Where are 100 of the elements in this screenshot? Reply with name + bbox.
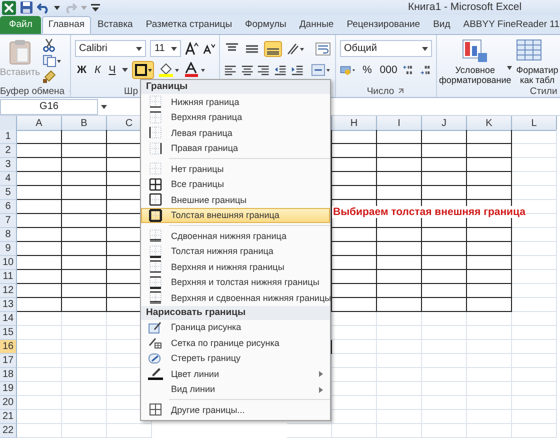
menu-item[interactable]: Сетка по границе рисунка [141,335,330,350]
border-style-icon [148,162,162,176]
row-header[interactable]: 9 [0,242,17,256]
menu-item[interactable]: Внешние границы [141,192,330,208]
row-header[interactable]: 22 [0,424,17,438]
border-style-icon [148,229,162,242]
ribbon-tab[interactable]: Рецензирование [340,16,426,34]
font-name-field[interactable]: Calibri [75,40,146,57]
row-header[interactable]: 1 [0,130,17,144]
dropdown-caret-icon[interactable] [101,104,107,108]
column-header[interactable]: K [467,116,512,131]
row-header[interactable]: 14 [0,312,17,326]
menu-item[interactable]: Толстая нижняя граница [141,244,330,259]
row-header[interactable]: 19 [0,382,17,396]
font-size-field[interactable]: 11 [150,40,181,57]
format-as-table-button[interactable]: Форматир как табл [516,65,558,86]
menu-item[interactable]: Верхняя и толстая нижняя границы [141,274,330,290]
menu-item[interactable]: Нет границы [141,161,330,176]
save-icon[interactable] [20,1,33,14]
ribbon-tab[interactable]: ABBYY FineReader 11 [457,16,560,34]
submenu-arrow-icon [319,371,323,377]
italic-button[interactable]: К [92,64,103,76]
ribbon-tab[interactable]: Главная [42,16,91,34]
borders-button-icon[interactable] [132,60,154,78]
menu-item[interactable]: Вид линии [141,382,330,397]
menu-item[interactable]: Толстая внешняя граница [141,208,330,223]
name-box[interactable]: G16 [0,98,98,114]
menu-section-header: Нарисовать границы [141,306,330,320]
ribbon-tab[interactable]: Данные [293,16,340,34]
decrease-indent-icon[interactable] [274,64,286,76]
customize-toolbar-icon[interactable] [91,4,100,12]
row-header[interactable]: 15 [0,326,17,340]
menu-item[interactable]: Верхняя и нижняя границы [141,259,330,274]
shrink-font-icon[interactable] [202,43,216,54]
menu-item[interactable]: Верхняя и сдвоенная нижняя границы [141,290,330,306]
row-header[interactable]: 21 [0,410,17,424]
column-header[interactable]: I [377,116,422,131]
font-color-icon[interactable] [184,62,206,78]
row-header[interactable]: 17 [0,354,17,368]
percent-button[interactable]: % [360,64,374,76]
conditional-formatting-icon[interactable] [462,39,488,63]
dropdown-caret-icon[interactable] [54,6,60,10]
ribbon-tab[interactable]: Вид [427,16,456,34]
format-painter-icon[interactable] [43,70,56,83]
dropdown-caret-icon[interactable] [136,46,142,50]
ribbon-tab[interactable]: Вставка [92,16,139,34]
scissors-icon[interactable] [43,39,55,52]
row-header[interactable]: 2 [0,144,17,158]
dropdown-caret-icon[interactable] [170,46,177,50]
merge-cells-icon[interactable] [311,62,331,76]
dropdown-caret-icon[interactable] [122,68,128,72]
thousands-separator-button[interactable]: 000 [378,64,400,76]
increase-indent-icon[interactable] [290,64,304,76]
file-tab[interactable]: Файл [0,16,42,34]
menu-item[interactable]: Нижняя граница [141,94,330,110]
column-header[interactable]: B [62,116,107,131]
ribbon-tab[interactable]: Разметка страницы [140,16,238,34]
row-header[interactable]: 18 [0,368,17,382]
menu-item[interactable]: Сдвоенная нижняя граница [141,228,330,244]
bold-button[interactable]: Ж [75,64,88,76]
row-header[interactable]: 8 [0,228,17,242]
menu-item[interactable]: Граница рисунка [141,320,330,335]
row-header[interactable]: 13 [0,298,17,312]
conditional-formatting-button[interactable]: Условное форматирование [439,65,512,86]
menu-item[interactable]: Все границы [141,176,330,192]
row-header[interactable]: 12 [0,284,17,298]
dropdown-caret-icon[interactable] [507,66,512,70]
align-center-icon[interactable] [240,64,254,76]
ribbon-tab[interactable]: Формулы [239,16,292,34]
row-header[interactable]: 16 [0,340,17,354]
align-bottom-icon[interactable] [264,40,282,56]
column-header[interactable]: A [17,116,62,131]
row-header[interactable]: 10 [0,256,17,270]
row-header[interactable]: 7 [0,214,17,228]
row-header[interactable]: 11 [0,270,17,284]
align-left-icon[interactable] [224,64,237,76]
row-header[interactable]: 20 [0,396,17,410]
row-header[interactable]: 6 [0,200,17,214]
row-header[interactable]: 5 [0,186,17,200]
menu-item[interactable]: Другие границы... [141,402,330,418]
grow-font-icon[interactable] [184,42,199,55]
row-header[interactable]: 4 [0,172,17,186]
column-header[interactable]: H [332,116,377,131]
clipboard-icon[interactable] [9,39,31,65]
column-header[interactable]: L [512,116,557,131]
menu-item[interactable]: Цвет линии [141,366,330,382]
fill-color-icon[interactable] [158,62,180,78]
dialog-launcher-icon[interactable] [398,88,406,94]
wrap-text-icon[interactable] [315,42,331,56]
text-orientation-icon[interactable] [286,42,306,56]
row-header[interactable]: 3 [0,158,17,172]
menu-item[interactable]: Стереть границу [141,350,330,366]
number-format-field[interactable]: Общий [340,40,432,57]
copy-icon[interactable] [43,55,61,67]
dropdown-caret-icon[interactable] [422,46,428,50]
align-right-icon[interactable] [257,64,270,76]
underline-button[interactable]: Ч [106,64,118,76]
column-header[interactable]: J [422,116,467,131]
undo-icon[interactable] [37,2,50,14]
menu-item[interactable]: Правая граница [141,140,330,156]
